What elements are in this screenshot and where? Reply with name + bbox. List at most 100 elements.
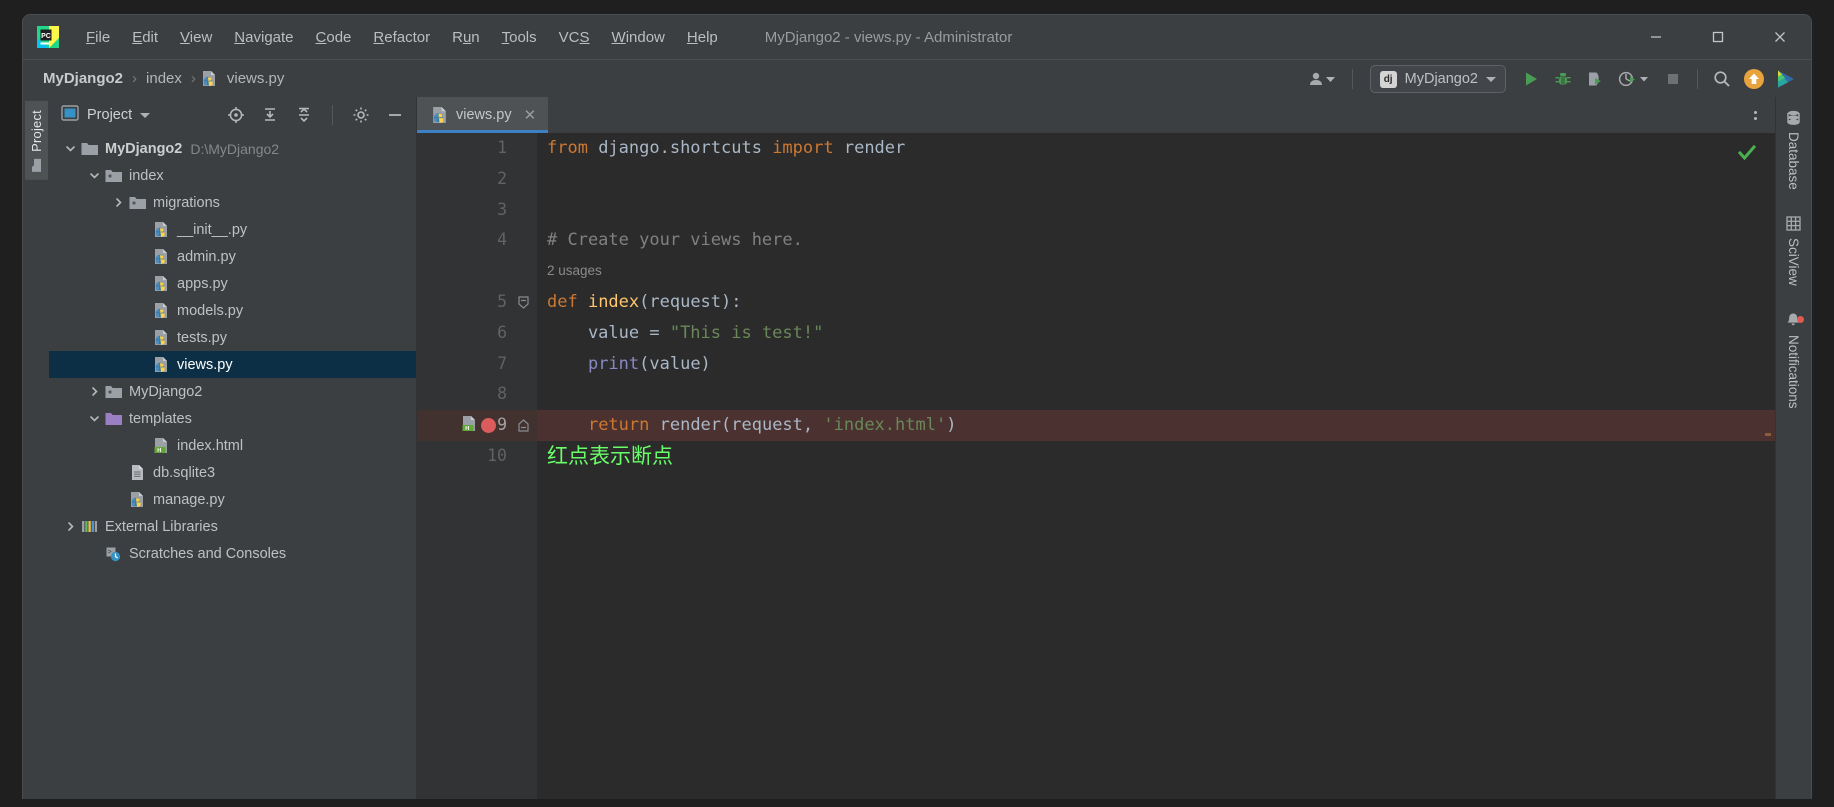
menu-tools[interactable]: Tools	[491, 25, 548, 50]
menu-code[interactable]: Code	[305, 25, 363, 50]
gutter-row[interactable]: 5	[417, 287, 517, 318]
tree-item-admin-py[interactable]: admin.py	[49, 243, 416, 270]
usages-hint[interactable]: 2 usages	[547, 256, 602, 287]
user-settings-icon[interactable]	[1301, 65, 1343, 93]
code-line[interactable]: def index(request):	[537, 287, 1775, 318]
tree-item-mydjango2[interactable]: MyDjango2 D:\MyDjango2	[49, 135, 416, 162]
profile-button[interactable]	[1612, 65, 1656, 93]
code-line[interactable]: return render(request, 'index.html')	[537, 410, 1775, 441]
gutter-row[interactable]: 9H	[417, 410, 517, 441]
fold-row[interactable]	[517, 287, 537, 318]
stop-button[interactable]	[1658, 65, 1688, 93]
gutter-row[interactable]: 4	[417, 225, 517, 256]
code-line[interactable]: print(value)	[537, 349, 1775, 380]
gutter-markers[interactable]: H	[461, 410, 496, 441]
code-lines[interactable]: from django.shortcuts import render # Cre…	[537, 133, 1775, 799]
chevron-down-icon[interactable]	[85, 170, 103, 181]
gutter-row[interactable]: 7	[417, 349, 517, 380]
tree-item-index-html[interactable]: Hindex.html	[49, 432, 416, 459]
tree-item-tests-py[interactable]: tests.py	[49, 324, 416, 351]
maximize-button[interactable]	[1687, 15, 1749, 59]
tree-item-mydjango2[interactable]: MyDjango2	[49, 378, 416, 405]
tree-item-manage-py[interactable]: manage.py	[49, 486, 416, 513]
fold-row[interactable]	[517, 133, 537, 164]
fold-row[interactable]	[517, 256, 537, 287]
tree-item-index[interactable]: index	[49, 162, 416, 189]
breadcrumb-file[interactable]: views.py	[223, 68, 289, 89]
code-line[interactable]: # Create your views here.	[537, 225, 1775, 256]
tree-item-external-libraries[interactable]: External Libraries	[49, 513, 416, 540]
fold-collapse-icon[interactable]	[517, 287, 530, 318]
breakpoint-icon[interactable]	[481, 418, 496, 434]
menu-edit[interactable]: Edit	[121, 25, 169, 50]
hide-panel-icon[interactable]	[382, 103, 408, 127]
gutter-row[interactable]: 6	[417, 318, 517, 349]
sidebar-item-notifications[interactable]: Notifications	[1784, 309, 1804, 412]
menu-navigate[interactable]: Navigate	[223, 25, 304, 50]
gutter-row[interactable]: 8	[417, 379, 517, 410]
sidebar-item-project[interactable]: Project	[24, 101, 48, 180]
minimize-button[interactable]	[1625, 15, 1687, 59]
chevron-right-icon[interactable]	[85, 386, 103, 397]
fold-row[interactable]	[517, 225, 537, 256]
chevron-right-icon[interactable]	[109, 197, 127, 208]
inspection-ok-icon[interactable]	[1737, 143, 1757, 167]
ide-feature-icon[interactable]	[1771, 65, 1801, 93]
chevron-down-icon[interactable]	[85, 413, 103, 424]
breadcrumb-index[interactable]: index	[142, 68, 186, 89]
run-button[interactable]	[1516, 65, 1546, 93]
code-line[interactable]	[537, 379, 1775, 410]
tree-item-apps-py[interactable]: apps.py	[49, 270, 416, 297]
tab-views-py[interactable]: views.py ✕	[417, 97, 549, 133]
gutter-row[interactable]	[417, 256, 517, 287]
line-number-gutter[interactable]: 1 2 3 4 5 6 7 8 9 H 10	[417, 133, 517, 799]
tree-item-scratches-and-consoles[interactable]: > Scratches and Consoles	[49, 540, 416, 567]
close-button[interactable]	[1749, 15, 1811, 59]
breadcrumb-project[interactable]: MyDjango2	[39, 68, 127, 89]
tree-item-views-py[interactable]: views.py	[49, 351, 416, 378]
update-project-icon[interactable]	[1739, 65, 1769, 93]
sidebar-item-sciview[interactable]: SciView	[1784, 213, 1804, 289]
tree-item-init-py[interactable]: __init__.py	[49, 216, 416, 243]
code-line[interactable]: value = "This is test!"	[537, 318, 1775, 349]
expand-all-icon[interactable]	[257, 103, 283, 127]
fold-row[interactable]	[517, 379, 537, 410]
menu-file[interactable]: File	[75, 25, 121, 50]
chevron-down-icon[interactable]	[140, 112, 151, 118]
chevron-right-icon[interactable]	[61, 521, 79, 532]
tree-item-templates[interactable]: templates	[49, 405, 416, 432]
code-line[interactable]	[537, 195, 1775, 226]
fold-row[interactable]	[517, 195, 537, 226]
gutter-row[interactable]: 2	[417, 164, 517, 195]
code-line[interactable]: 2 usages	[537, 256, 1775, 287]
scrollbar-error-mark[interactable]	[1765, 433, 1771, 436]
run-with-coverage-button[interactable]	[1580, 65, 1610, 93]
html-file-icon[interactable]: H	[461, 415, 477, 436]
fold-row[interactable]	[517, 318, 537, 349]
tree-item-models-py[interactable]: models.py	[49, 297, 416, 324]
gutter-row[interactable]: 10	[417, 441, 517, 472]
menu-vcs[interactable]: VCS	[548, 25, 601, 50]
gutter-row[interactable]: 3	[417, 195, 517, 226]
menu-window[interactable]: Window	[601, 25, 676, 50]
debug-button[interactable]	[1548, 65, 1578, 93]
chevron-down-icon[interactable]	[61, 143, 79, 154]
tree-item-migrations[interactable]: migrations	[49, 189, 416, 216]
code-editor[interactable]: 1 2 3 4 5 6 7 8 9 H 10 from django.shortcuts impor…	[417, 133, 1775, 799]
code-line[interactable]	[537, 164, 1775, 195]
tree-item-db-sqlite3[interactable]: db.sqlite3	[49, 459, 416, 486]
sidebar-item-database[interactable]: Database	[1784, 107, 1804, 193]
menu-help[interactable]: Help	[676, 25, 729, 50]
fold-row[interactable]	[517, 349, 537, 380]
settings-gear-icon[interactable]	[348, 103, 374, 127]
menu-view[interactable]: View	[169, 25, 223, 50]
code-line[interactable]: from django.shortcuts import render	[537, 133, 1775, 164]
fold-row[interactable]	[517, 410, 537, 441]
fold-end-icon[interactable]	[517, 410, 530, 441]
vertical-dots-icon[interactable]	[1743, 103, 1767, 127]
gutter-row[interactable]: 1	[417, 133, 517, 164]
code-folding-strip[interactable]	[517, 133, 537, 799]
select-opened-file-icon[interactable]	[223, 103, 249, 127]
search-everywhere-icon[interactable]	[1707, 65, 1737, 93]
run-configuration-selector[interactable]: dj MyDjango2	[1369, 65, 1506, 93]
